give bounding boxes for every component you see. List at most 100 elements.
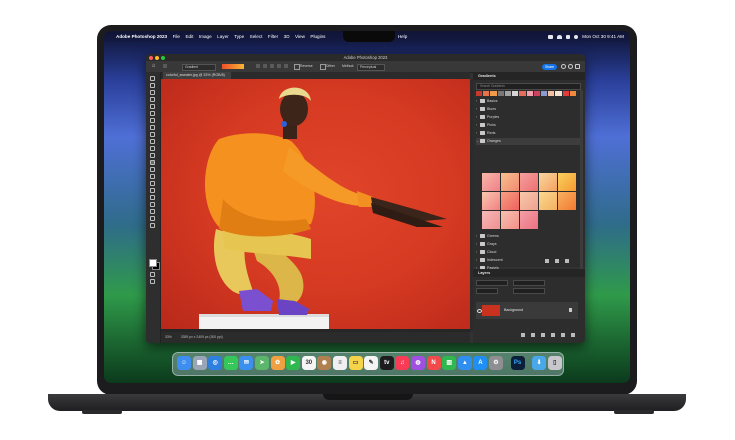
zoom-level[interactable]: 33% <box>165 335 172 339</box>
music-icon[interactable]: ♫ <box>395 356 410 370</box>
new-gradient-icon[interactable] <box>555 259 559 263</box>
messages-icon[interactable]: … <box>223 356 238 370</box>
add-mask-icon[interactable] <box>541 333 545 337</box>
news-icon[interactable]: N <box>426 356 441 370</box>
new-group-icon[interactable] <box>545 259 549 263</box>
launchpad-icon[interactable]: ▦ <box>192 356 207 370</box>
contacts-icon[interactable]: ◉ <box>317 356 332 370</box>
keynote-icon[interactable]: ▲ <box>457 356 472 370</box>
link-layers-icon[interactable] <box>521 333 525 337</box>
control-center-icon[interactable] <box>574 34 579 39</box>
move-tool-icon[interactable] <box>150 76 155 81</box>
opacity-field[interactable] <box>513 288 545 294</box>
gradient-folder-grays[interactable]: › Grays <box>476 241 580 248</box>
dodge-tool-icon[interactable] <box>150 174 155 179</box>
lasso-tool-icon[interactable] <box>150 90 155 95</box>
adjustment-layer-icon[interactable] <box>551 333 555 337</box>
crop-tool-icon[interactable] <box>150 104 155 109</box>
gradient-folder-cloud[interactable]: › Cloud <box>476 249 580 256</box>
recent-gradient-swatch[interactable] <box>540 91 548 96</box>
finder-icon[interactable]: ☺ <box>177 356 191 370</box>
zoom-tool-icon[interactable] <box>150 216 155 221</box>
numbers-icon[interactable]: ▥ <box>442 356 457 370</box>
type-tool-icon[interactable] <box>150 188 155 193</box>
search-icon[interactable] <box>566 34 571 39</box>
photos-icon[interactable]: ✿ <box>270 356 285 370</box>
recent-gradient-swatch[interactable] <box>569 91 577 96</box>
layer-row-background[interactable]: Background <box>476 302 578 319</box>
orange-gradient-swatch[interactable] <box>482 173 500 191</box>
app-store-icon[interactable]: A <box>473 356 488 370</box>
orange-gradient-swatch[interactable] <box>539 192 557 210</box>
history-brush-tool-icon[interactable] <box>150 146 155 151</box>
recent-gradient-swatch[interactable] <box>548 91 555 96</box>
linear-gradient-icon[interactable] <box>256 64 260 68</box>
recent-gradient-swatch[interactable] <box>533 91 540 96</box>
blend-mode-dropdown[interactable] <box>513 280 545 286</box>
screen-mode-icon[interactable] <box>150 279 155 284</box>
tool-preset-dropdown[interactable]: Gradient <box>182 64 216 71</box>
brush-tool-icon[interactable] <box>150 132 155 137</box>
recent-gradient-swatch[interactable] <box>504 91 512 96</box>
orange-gradient-swatch[interactable] <box>482 211 500 229</box>
gradient-tool-icon[interactable] <box>150 160 155 165</box>
blur-tool-icon[interactable] <box>150 167 155 172</box>
wifi-icon[interactable] <box>557 34 563 39</box>
recent-gradient-swatch[interactable] <box>512 91 519 96</box>
eyedropper-tool-icon[interactable] <box>150 118 155 123</box>
lock-controls[interactable] <box>476 288 498 294</box>
delete-gradient-icon[interactable] <box>565 259 569 263</box>
gradient-folder-blues[interactable]: › Blues <box>476 106 580 113</box>
path-selection-tool-icon[interactable] <box>150 195 155 200</box>
recent-gradient-swatch[interactable] <box>476 91 483 96</box>
home-icon[interactable]: ⌂ <box>150 63 157 70</box>
radial-gradient-icon[interactable] <box>263 64 267 68</box>
pen-tool-icon[interactable] <box>150 181 155 186</box>
freeform-icon[interactable]: ✎ <box>364 356 379 370</box>
menu-filter[interactable]: Filter <box>268 34 278 39</box>
recent-gradient-swatch[interactable] <box>483 91 490 96</box>
clone-stamp-tool-icon[interactable] <box>150 139 155 144</box>
orange-gradient-swatch[interactable] <box>520 192 538 210</box>
tv-icon[interactable]: tv <box>379 356 394 370</box>
orange-gradient-swatch[interactable] <box>520 173 538 191</box>
orange-gradient-swatch[interactable] <box>558 173 576 191</box>
eraser-tool-icon[interactable] <box>150 153 155 158</box>
photoshop-icon[interactable]: Ps <box>510 356 525 370</box>
reflected-gradient-icon[interactable] <box>277 64 281 68</box>
orange-gradient-swatch[interactable] <box>501 211 519 229</box>
orange-gradient-swatch[interactable] <box>501 173 519 191</box>
foreground-color-swatch[interactable] <box>149 259 157 267</box>
podcasts-icon[interactable]: ◍ <box>411 356 425 370</box>
menu-view[interactable]: View <box>295 34 305 39</box>
frame-tool-icon[interactable] <box>150 111 155 116</box>
menu-plugins[interactable]: Plugins <box>310 34 325 39</box>
menubar-clock[interactable]: Mon Oct 30 9:41 AM <box>582 34 624 39</box>
recent-gradient-swatch[interactable] <box>497 91 504 96</box>
menu-help[interactable]: Help <box>398 34 407 39</box>
layer-filter-dropdown[interactable] <box>476 280 508 286</box>
orange-gradient-swatch[interactable] <box>558 192 576 210</box>
canvas-photo[interactable] <box>161 79 470 329</box>
help-icon[interactable] <box>568 64 573 69</box>
menu-image[interactable]: Image <box>199 34 212 39</box>
angle-gradient-icon[interactable] <box>270 64 274 68</box>
downloads-folder-icon[interactable]: ⬇ <box>532 356 547 370</box>
menu-type[interactable]: Type <box>234 34 244 39</box>
healing-brush-tool-icon[interactable] <box>150 125 155 130</box>
gradient-folder-purples[interactable]: › Purples <box>476 114 580 121</box>
rectangle-tool-icon[interactable] <box>150 202 155 207</box>
recent-gradient-swatch[interactable] <box>490 91 497 96</box>
layers-panel-title[interactable]: Layers <box>473 269 585 277</box>
maps-icon[interactable]: ➤ <box>255 356 269 370</box>
hand-tool-icon[interactable] <box>150 209 155 214</box>
workspace-icon[interactable] <box>575 64 580 69</box>
marquee-tool-icon[interactable] <box>150 83 155 88</box>
recent-gradient-swatch[interactable] <box>519 91 526 96</box>
facetime-icon[interactable]: ▶ <box>286 356 301 370</box>
gradient-folder-pinks[interactable]: › Pinks <box>476 122 580 129</box>
menu-edit[interactable]: Edit <box>185 34 193 39</box>
share-button[interactable]: Share <box>542 63 557 70</box>
orange-gradient-swatch[interactable] <box>539 173 557 191</box>
safari-icon[interactable]: ◎ <box>208 356 223 370</box>
